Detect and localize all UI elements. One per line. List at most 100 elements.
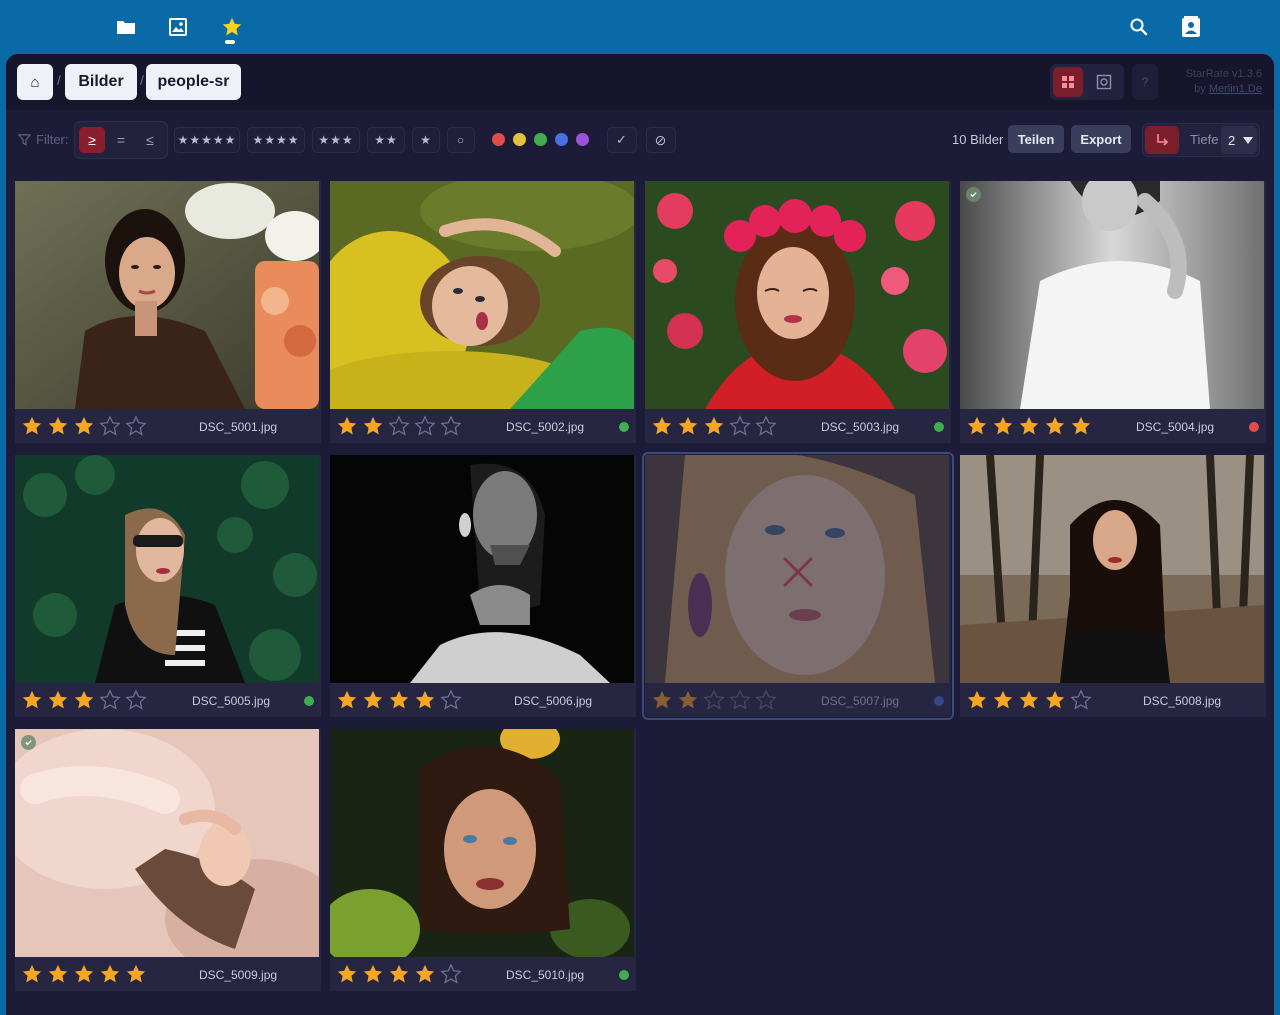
- star-empty-icon[interactable]: [755, 415, 777, 437]
- breadcrumb-item-people-sr[interactable]: people-sr: [146, 64, 241, 100]
- checked-filter-button[interactable]: ✓: [607, 127, 637, 153]
- filter-unrated-button[interactable]: ○: [447, 127, 475, 153]
- grid-view-button[interactable]: [1053, 67, 1083, 97]
- image-card[interactable]: DSC_5007.jpg: [642, 452, 954, 720]
- filter-5-stars-button[interactable]: ★★★★★: [174, 127, 240, 153]
- home-button[interactable]: ⌂: [17, 64, 53, 100]
- image-card[interactable]: DSC_5003.jpg: [645, 181, 951, 443]
- star-filled-icon[interactable]: [73, 689, 95, 711]
- filter-3-stars-button[interactable]: ★★★: [312, 127, 360, 153]
- star-empty-icon[interactable]: [1070, 689, 1092, 711]
- star-empty-icon[interactable]: [125, 415, 147, 437]
- help-button[interactable]: ?: [1132, 64, 1158, 100]
- filter-4-stars-button[interactable]: ★★★★: [247, 127, 305, 153]
- checked-icon[interactable]: [966, 187, 981, 202]
- star-filled-icon[interactable]: [414, 689, 436, 711]
- star-filled-icon[interactable]: [21, 689, 43, 711]
- star-filled-icon[interactable]: [1018, 415, 1040, 437]
- checked-icon[interactable]: [21, 735, 36, 750]
- photo-thumbnail[interactable]: [960, 455, 1264, 683]
- star-empty-icon[interactable]: [99, 415, 121, 437]
- image-card[interactable]: DSC_5009.jpg: [15, 729, 321, 991]
- star-filled-icon[interactable]: [47, 963, 69, 985]
- star-empty-icon[interactable]: [440, 415, 462, 437]
- image-card[interactable]: DSC_5010.jpg: [330, 729, 636, 991]
- star-filled-icon[interactable]: [336, 415, 358, 437]
- star-filled-icon[interactable]: [21, 415, 43, 437]
- star-filled-icon[interactable]: [1044, 689, 1066, 711]
- star-filled-icon[interactable]: [336, 689, 358, 711]
- folder-icon[interactable]: [113, 14, 139, 40]
- star-filled-icon[interactable]: [21, 963, 43, 985]
- photo-thumbnail[interactable]: [330, 455, 634, 683]
- star-filled-icon[interactable]: [966, 415, 988, 437]
- star-filled-icon[interactable]: [703, 415, 725, 437]
- star-filled-icon[interactable]: [1044, 415, 1066, 437]
- star-filled-icon[interactable]: [362, 963, 384, 985]
- depth-select[interactable]: 2: [1221, 126, 1257, 154]
- subfolder-toggle-button[interactable]: [1145, 126, 1179, 154]
- filter-2-stars-button[interactable]: ★★: [367, 127, 405, 153]
- compare-lte-button[interactable]: ≤: [137, 127, 163, 153]
- photo-thumbnail[interactable]: [960, 181, 1264, 409]
- photo-thumbnail[interactable]: [645, 455, 949, 683]
- star-filled-icon[interactable]: [966, 689, 988, 711]
- color-filter-red[interactable]: [492, 133, 505, 146]
- contact-card-icon[interactable]: [1178, 14, 1204, 40]
- star-filled-icon[interactable]: [73, 415, 95, 437]
- star-filled-icon[interactable]: [1018, 689, 1040, 711]
- color-filter-green[interactable]: [534, 133, 547, 146]
- photo-thumbnail[interactable]: [645, 181, 949, 409]
- star-filled-icon[interactable]: [1070, 415, 1092, 437]
- star-filled-icon[interactable]: [73, 963, 95, 985]
- photo-thumbnail[interactable]: [15, 455, 319, 683]
- photo-thumbnail[interactable]: [330, 181, 634, 409]
- image-card[interactable]: DSC_5005.jpg: [15, 455, 321, 717]
- star-filled-icon[interactable]: [125, 963, 147, 985]
- star-filled-icon[interactable]: [336, 963, 358, 985]
- star-filled-icon[interactable]: [99, 963, 121, 985]
- image-card[interactable]: DSC_5002.jpg: [330, 181, 636, 443]
- image-card[interactable]: DSC_5008.jpg: [960, 455, 1266, 717]
- star-filled-icon[interactable]: [388, 963, 410, 985]
- star-empty-icon[interactable]: [414, 415, 436, 437]
- export-button[interactable]: Export: [1071, 125, 1131, 153]
- star-filled-icon[interactable]: [47, 415, 69, 437]
- single-view-button[interactable]: [1089, 67, 1119, 97]
- star-filled-icon[interactable]: [677, 415, 699, 437]
- breadcrumb-item-bilder[interactable]: Bilder: [65, 64, 137, 100]
- photo-thumbnail[interactable]: [330, 729, 634, 957]
- star-filled-icon[interactable]: [47, 689, 69, 711]
- star-filled-icon[interactable]: [414, 963, 436, 985]
- image-card[interactable]: DSC_5006.jpg: [330, 455, 636, 717]
- star-filled-icon[interactable]: [651, 415, 673, 437]
- image-card[interactable]: DSC_5001.jpg: [15, 181, 321, 443]
- star-filled-icon[interactable]: [677, 689, 699, 711]
- star-filled-icon[interactable]: [992, 689, 1014, 711]
- search-icon[interactable]: [1126, 14, 1152, 40]
- star-filled-icon[interactable]: [388, 689, 410, 711]
- image-icon[interactable]: [165, 14, 191, 40]
- star-filled-icon[interactable]: [362, 415, 384, 437]
- star-empty-icon[interactable]: [440, 689, 462, 711]
- compare-eq-button[interactable]: =: [108, 127, 134, 153]
- reject-mark-icon[interactable]: [781, 555, 815, 589]
- filter-1-star-button[interactable]: ★: [412, 127, 440, 153]
- share-button[interactable]: Teilen: [1008, 125, 1064, 153]
- clear-filter-button[interactable]: ⊘: [646, 127, 676, 153]
- compare-gte-button[interactable]: ≥: [79, 127, 105, 153]
- photo-thumbnail[interactable]: [15, 729, 319, 957]
- color-filter-blue[interactable]: [555, 133, 568, 146]
- star-filled-icon[interactable]: [362, 689, 384, 711]
- image-card[interactable]: DSC_5004.jpg: [960, 181, 1266, 443]
- star-filled-icon[interactable]: [992, 415, 1014, 437]
- star-empty-icon[interactable]: [99, 689, 121, 711]
- color-filter-yellow[interactable]: [513, 133, 526, 146]
- photo-thumbnail[interactable]: [15, 181, 319, 409]
- author-link[interactable]: Merlin1.De: [1209, 83, 1262, 95]
- star-empty-icon[interactable]: [388, 415, 410, 437]
- star-icon[interactable]: [219, 14, 245, 44]
- star-empty-icon[interactable]: [729, 689, 751, 711]
- star-empty-icon[interactable]: [125, 689, 147, 711]
- star-empty-icon[interactable]: [755, 689, 777, 711]
